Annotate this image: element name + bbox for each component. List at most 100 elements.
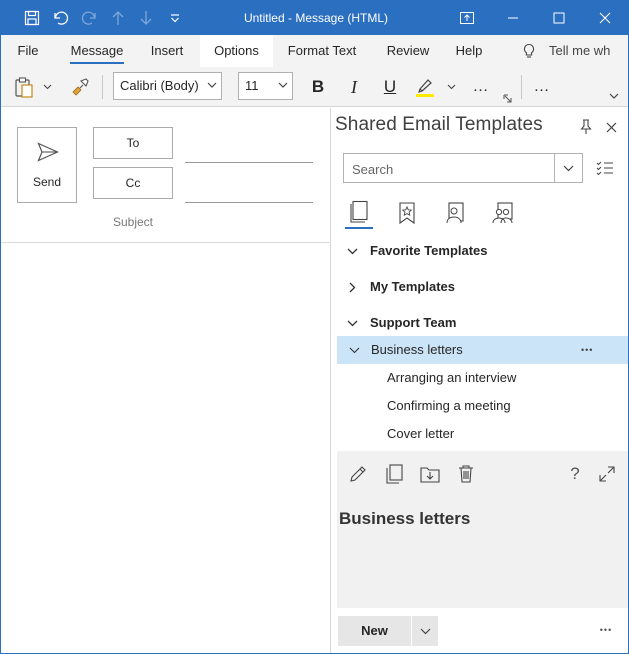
- tab-file-label: File: [17, 43, 39, 58]
- tab-message-label: Message: [70, 43, 124, 58]
- font-size-value: 11: [245, 78, 259, 93]
- search-dropdown-icon[interactable]: [554, 154, 582, 182]
- message-body[interactable]: [1, 243, 330, 652]
- template-item[interactable]: Arranging an interview: [331, 364, 628, 392]
- undo-icon[interactable]: [47, 1, 73, 35]
- template-item[interactable]: Confirming a meeting: [331, 392, 628, 420]
- tab-format-text-label: Format Text: [287, 43, 357, 58]
- send-label: Send: [32, 175, 62, 189]
- cc-field[interactable]: [185, 202, 313, 203]
- chevron-down-icon: [278, 82, 288, 88]
- chevron-right-icon: [345, 273, 359, 301]
- item-more-button[interactable]: •••: [581, 336, 593, 364]
- copy-icon[interactable]: [379, 459, 409, 489]
- delete-icon[interactable]: [451, 459, 481, 489]
- folder-details: ? Business letters: [337, 451, 628, 608]
- to-field[interactable]: [185, 162, 313, 163]
- ribbon-divider: [521, 75, 522, 99]
- tab-review[interactable]: Review: [380, 35, 436, 67]
- tab-insert[interactable]: Insert: [141, 35, 193, 67]
- italic-button[interactable]: I: [340, 73, 368, 101]
- tab-review-label: Review: [386, 43, 430, 58]
- collapse-ribbon-icon[interactable]: [606, 89, 622, 103]
- list-view-icon[interactable]: [593, 158, 617, 178]
- pane-more-button[interactable]: •••: [593, 620, 619, 640]
- save-icon[interactable]: [19, 1, 45, 35]
- compose-area: Send To Cc Subject: [1, 108, 331, 653]
- tree-item-label: My Templates: [370, 279, 456, 294]
- font-name-select[interactable]: Calibri (Body): [113, 72, 222, 100]
- close-icon[interactable]: [582, 1, 628, 35]
- send-button[interactable]: Send: [17, 127, 77, 203]
- move-to-folder-icon[interactable]: [415, 459, 445, 489]
- template-item-label: Confirming a meeting: [387, 398, 511, 413]
- paste-icon[interactable]: [11, 73, 37, 101]
- bold-button[interactable]: B: [304, 73, 332, 101]
- chevron-down-icon: [207, 82, 217, 88]
- tab-format-text[interactable]: Format Text: [281, 35, 363, 67]
- ribbon-toolbar: Calibri (Body) 11 B I U … …: [1, 67, 628, 107]
- underline-button[interactable]: U: [376, 73, 404, 101]
- tree-item-label: Business letters: [371, 342, 463, 357]
- more-commands-button[interactable]: …: [528, 73, 556, 101]
- tab-options-label: Options: [214, 43, 259, 58]
- edit-icon[interactable]: [343, 459, 373, 489]
- team-templates-tab[interactable]: [489, 199, 517, 227]
- down-arrow-icon[interactable]: [133, 1, 159, 35]
- detail-title: Business letters: [339, 509, 471, 528]
- customize-icon[interactable]: [163, 1, 187, 35]
- pin-icon[interactable]: [576, 117, 596, 137]
- tree-item-label: Support Team: [370, 315, 457, 330]
- expand-icon[interactable]: [592, 459, 622, 489]
- cc-button[interactable]: Cc: [93, 167, 173, 199]
- active-tab-underline: [70, 62, 124, 64]
- subject-label: Subject: [112, 215, 154, 229]
- lightbulb-icon[interactable]: [518, 35, 540, 67]
- tab-help-label: Help: [455, 43, 483, 58]
- ribbon-display-icon[interactable]: [444, 1, 490, 35]
- shared-email-templates-pane: Shared Email Templates Search Favorite T…: [331, 108, 628, 653]
- maximize-icon[interactable]: [536, 1, 582, 35]
- tab-help[interactable]: Help: [447, 35, 491, 67]
- paste-dropdown-icon[interactable]: [39, 73, 55, 101]
- tab-file[interactable]: File: [9, 35, 47, 67]
- help-button[interactable]: ?: [563, 459, 587, 489]
- highlight-icon[interactable]: [411, 73, 439, 101]
- tree-item-support-team[interactable]: Support Team: [331, 309, 628, 337]
- ribbon-divider: [102, 75, 103, 99]
- tree-item-business-letters[interactable]: Business letters •••: [337, 336, 628, 364]
- all-templates-tab[interactable]: [345, 199, 373, 227]
- template-item[interactable]: Cover letter: [331, 420, 628, 448]
- title-bar: Untitled - Message (HTML): [1, 1, 628, 35]
- more-formatting-button[interactable]: …: [467, 73, 495, 101]
- favorite-templates-tab[interactable]: [393, 199, 421, 227]
- tree-item-label: Favorite Templates: [370, 243, 488, 258]
- highlight-dropdown-icon[interactable]: [443, 73, 459, 101]
- close-pane-icon[interactable]: [601, 117, 621, 137]
- my-templates-tab[interactable]: [441, 199, 469, 227]
- minimize-icon[interactable]: [490, 1, 536, 35]
- font-name-value: Calibri (Body): [120, 78, 199, 93]
- pane-title: Shared Email Templates: [335, 114, 543, 135]
- tree-item-favorite-templates[interactable]: Favorite Templates: [331, 237, 628, 265]
- chevron-down-icon: [345, 309, 359, 337]
- search-box: [343, 153, 583, 183]
- redo-icon[interactable]: [77, 1, 103, 35]
- new-dropdown-icon[interactable]: [412, 616, 438, 646]
- search-input[interactable]: [352, 160, 542, 178]
- format-painter-icon[interactable]: [67, 73, 93, 101]
- tell-me-search[interactable]: Tell me wh: [549, 35, 628, 67]
- template-item-label: Arranging an interview: [387, 370, 517, 385]
- tab-options[interactable]: Options: [200, 35, 273, 67]
- send-icon: [37, 142, 59, 162]
- up-arrow-icon[interactable]: [105, 1, 131, 35]
- template-item-label: Cover letter: [387, 426, 455, 441]
- to-button[interactable]: To: [93, 127, 173, 159]
- tab-insert-label: Insert: [150, 43, 184, 58]
- dialog-launcher-icon[interactable]: [500, 92, 514, 104]
- tree-item-my-templates[interactable]: My Templates: [331, 273, 628, 301]
- outlook-message-window: Untitled - Message (HTML) File Message I…: [0, 0, 629, 654]
- new-button[interactable]: New: [338, 616, 411, 646]
- tab-message[interactable]: Message: [64, 35, 130, 67]
- font-size-select[interactable]: 11: [238, 72, 293, 100]
